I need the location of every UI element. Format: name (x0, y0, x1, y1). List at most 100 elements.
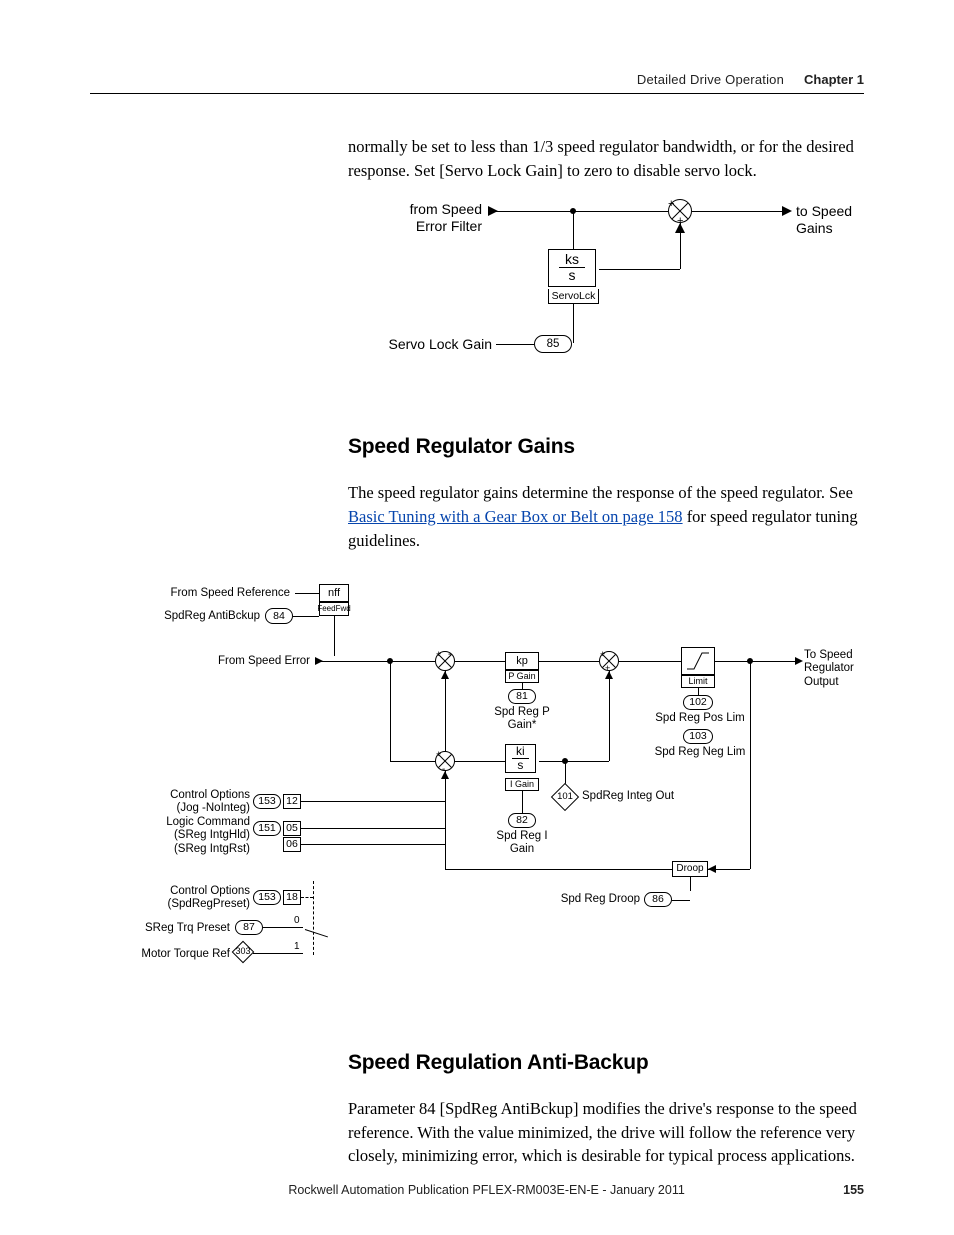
d2-arr-ki-up (605, 671, 613, 679)
d1-ks-over-s-block: ks s (548, 249, 596, 287)
d2-v-droop1 (750, 661, 751, 869)
intro-paragraph: normally be set to less than 1/3 speed r… (348, 135, 864, 183)
d2-l-ctrl2 (301, 828, 445, 829)
d2-from-speed-error: From Speed Error (90, 655, 310, 669)
d2-pill-153-a: 153 (253, 794, 281, 809)
d1-hline-feedback (599, 269, 680, 270)
speed-regulator-gains-diagram: From Speed Reference nff FeedFwd SpdReg … (90, 581, 864, 1011)
d2-pill-103: 103 (683, 729, 713, 744)
d2-motor-torque-ref-label: Motor Torque Ref (100, 948, 230, 962)
d2-l-out (715, 661, 795, 662)
heading-speed-regulation-anti-backup: Speed Regulation Anti-Backup (348, 1051, 864, 1075)
d2-to-speed-reg-out: To Speed Regulator Output (804, 649, 864, 690)
d2-switch-0: 0 (294, 915, 300, 927)
d1-arrow-in (488, 206, 498, 216)
d2-logic-command: Logic Command (SReg IntgHld) (SReg IntgR… (110, 816, 250, 857)
d2-l-droop2 (445, 869, 672, 870)
d2-l-ctrl3 (301, 844, 445, 845)
d2-diamond-303-num: 303 (233, 946, 253, 957)
d2-v-nff (334, 616, 335, 656)
d2-l-ki-up-h (565, 761, 609, 762)
d2-l-ref (295, 593, 319, 594)
d1-hline-param (496, 344, 534, 345)
d1-param-pill-85: 85 (534, 335, 572, 353)
d2-pill-102: 102 (683, 695, 713, 710)
d2-spd-reg-pos-lim: Spd Reg Pos Lim (650, 712, 750, 726)
d2-arr-err-in (315, 657, 323, 665)
d2-control-options-nointeg: Control Options (Jog -NoInteg) (110, 789, 250, 817)
d2-arr-out (795, 657, 803, 665)
d2-sum2-plus1: + (600, 649, 605, 660)
d1-servolck-sublabel: ServoLck (548, 289, 599, 304)
d2-from-speed-ref: From Speed Reference (90, 587, 290, 601)
d2-pill-86: 86 (644, 892, 672, 907)
d2-kp-box: kp (505, 652, 539, 670)
d2-spdreg-integ-out: SpdReg Integ Out (582, 790, 674, 804)
d2-bit-05: 05 (283, 821, 301, 836)
d2-pgain-sublabel: P Gain (505, 670, 539, 683)
d2-v-102 (698, 688, 699, 695)
d2-limit-block (681, 647, 715, 675)
speed-regulator-gains-paragraph: The speed regulator gains determine the … (348, 481, 864, 553)
page-footer: Rockwell Automation Publication PFLEX-RM… (90, 1183, 864, 1197)
header-section-label: Detailed Drive Operation (637, 72, 784, 87)
servo-lock-diagram: from Speed Error Filter + + to Speed Gai… (348, 201, 868, 381)
d2-spd-reg-neg-lim: Spd Reg Neg Lim (650, 746, 750, 760)
d2-pill-87: 87 (235, 920, 263, 935)
d2-spd-reg-p-gain: Spd Reg P Gain* (482, 706, 562, 734)
d2-v-86 (690, 877, 691, 891)
d2-v-ctrl-to-sum3 (445, 771, 446, 861)
d1-hline-out (692, 211, 782, 212)
d2-igain-sublabel: I Gain (505, 778, 539, 791)
d2-v-ki-up (609, 671, 610, 761)
d2-v-split-down (390, 661, 391, 761)
d2-control-options-preset: Control Options (SpdRegPreset) (110, 885, 250, 913)
d2-l-to-ki (455, 761, 505, 762)
d2-droop-box: Droop (672, 861, 708, 877)
d2-pill-81: 81 (508, 689, 536, 704)
d2-l-preset-ctrl (301, 897, 313, 898)
d2-sum1-plus: + (436, 649, 441, 660)
d2-l-to-limit (619, 661, 681, 662)
d2-l-303 (253, 953, 303, 954)
d1-vline-to-param (573, 303, 574, 343)
d2-limit-sublabel: Limit (681, 675, 715, 688)
d2-feedfwd-sublabel: FeedFwd (319, 602, 349, 616)
d2-sum3-plus: + (436, 749, 441, 760)
d2-l-to-kp (455, 661, 505, 662)
d1-from-label: from Speed Error Filter (362, 201, 482, 235)
basic-tuning-link[interactable]: Basic Tuning with a Gear Box or Belt on … (348, 507, 683, 526)
d2-pill-82: 82 (508, 813, 536, 828)
d2-v-81 (522, 683, 523, 689)
limit-icon (684, 650, 712, 672)
header-chapter-label: Chapter 1 (804, 72, 864, 87)
d2-l-kp-out (539, 661, 599, 662)
d2-nff-box: nff (319, 584, 349, 602)
d2-sreg-trq-preset-label: SReg Trq Preset (100, 922, 230, 936)
d2-l-87 (263, 927, 303, 928)
d2-bit-18: 18 (283, 890, 301, 905)
d2-pill-84: 84 (265, 608, 293, 624)
d2-arr-ctrl-up (441, 771, 449, 779)
d2-v-preset-ctrl (313, 881, 314, 955)
d2-bit-12: 12 (283, 794, 301, 809)
d2-l-86 (672, 900, 690, 901)
d2-arr-droop-up (441, 671, 449, 679)
d1-plus-left: + (668, 198, 674, 211)
d2-ki-over-s-block: ki s (505, 744, 536, 773)
d2-pill-151: 151 (253, 821, 281, 836)
d2-bit-06: 06 (283, 837, 301, 852)
d2-v-82 (522, 791, 523, 813)
d2-l-to-sum3 (390, 761, 435, 762)
page-header: Detailed Drive Operation Chapter 1 (90, 72, 864, 94)
footer-page-number: 155 (843, 1183, 864, 1197)
d2-l-err-in (315, 661, 435, 662)
d1-to-label: to Speed Gains (796, 203, 868, 237)
d1-servo-lock-gain-label: Servo Lock Gain (364, 336, 492, 353)
footer-publication: Rockwell Automation Publication PFLEX-RM… (130, 1183, 843, 1197)
d1-hline-in (488, 211, 668, 212)
d2-l-ctrl1 (301, 801, 445, 802)
d2-spd-reg-droop: Spd Reg Droop (550, 893, 640, 907)
d2-spdreg-antibckup-label: SpdReg AntiBckup (90, 610, 260, 624)
d1-arrow-feedback-up (675, 223, 685, 233)
